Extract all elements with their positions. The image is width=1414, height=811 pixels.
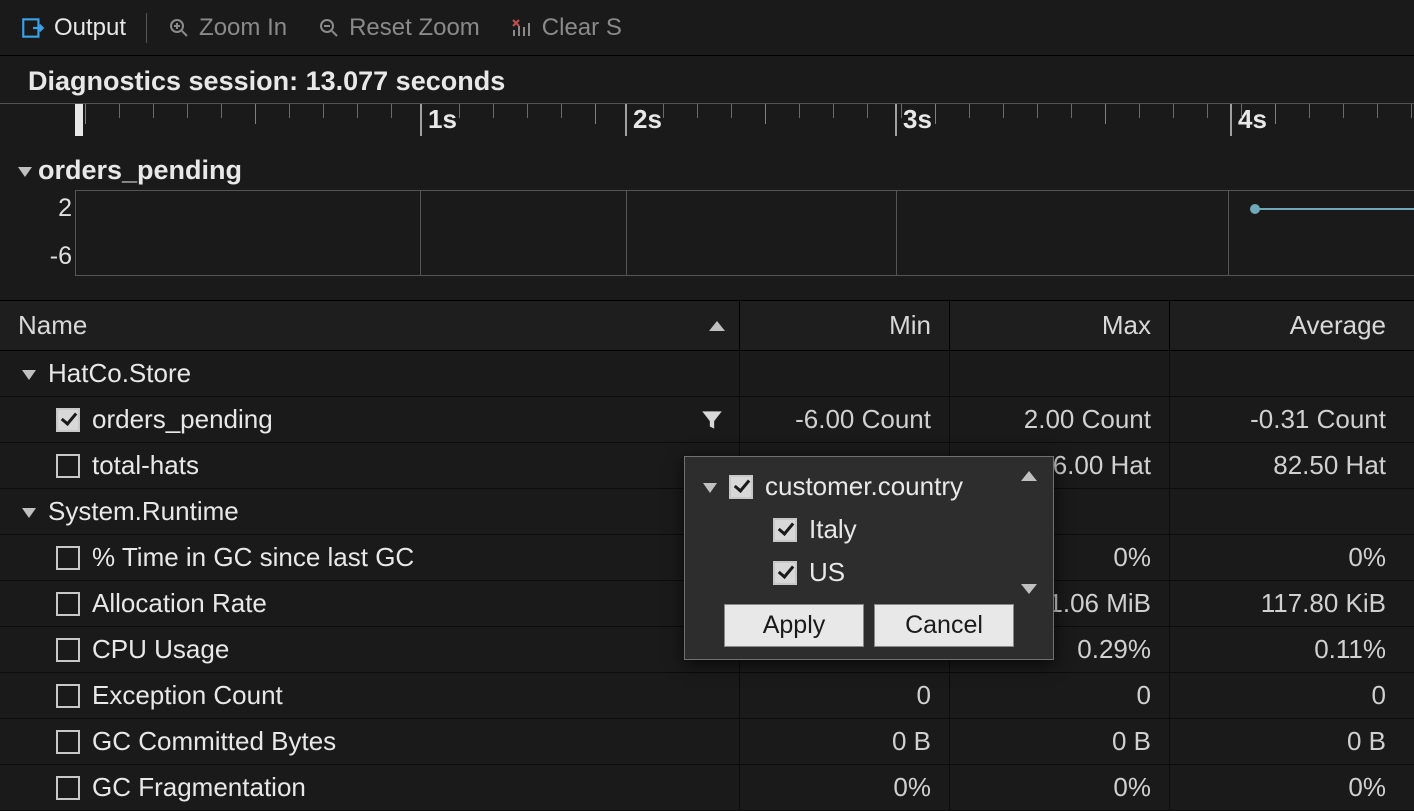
metric-row[interactable]: orders_pending -6.00 Count2.00 Count-0.31… [0,397,1414,443]
zoom-in-label: Zoom In [199,14,287,42]
metric-avg: 0.11% [1170,627,1414,672]
group-name: HatCo.Store [48,358,191,389]
filter-icon[interactable] [699,407,725,440]
zoom-in-button[interactable]: Zoom In [157,10,297,46]
filter-dimension-row[interactable]: customer.country [695,465,1043,508]
metric-min: 0% [740,765,950,810]
metric-avg: 0 B [1170,719,1414,764]
metric-avg: -0.31 Count [1170,397,1414,442]
col-name-label: Name [18,310,87,341]
output-icon [20,15,46,41]
counter-header[interactable]: orders_pending [0,151,1414,188]
metric-max: 0% [950,765,1170,810]
expander-icon [22,508,36,518]
sort-asc-icon [709,321,725,331]
col-avg[interactable]: Average [1170,301,1414,350]
col-name[interactable]: Name [0,301,740,350]
metric-checkbox[interactable] [56,454,80,478]
col-avg-label: Average [1290,310,1386,341]
filter-option-checkbox[interactable] [773,518,797,542]
metric-name: total-hats [92,450,199,481]
metric-max: 2.00 Count [950,397,1170,442]
output-label: Output [54,14,126,42]
metric-min: 0 [740,673,950,718]
filter-option[interactable]: US [695,551,1043,594]
col-max[interactable]: Max [950,301,1170,350]
filter-option-checkbox[interactable] [773,561,797,585]
scroll-up-icon[interactable] [1021,471,1037,481]
metric-name: GC Fragmentation [92,772,306,803]
metric-avg: 82.50 Hat [1170,443,1414,488]
clear-button[interactable]: Clear S [500,10,632,46]
filter-option[interactable]: Italy [695,508,1043,551]
metric-checkbox[interactable] [56,684,80,708]
session-label-value: 13.077 seconds [306,66,506,96]
metric-avg: 0 [1170,673,1414,718]
metric-checkbox[interactable] [56,776,80,800]
metric-avg: 0% [1170,535,1414,580]
group-name: System.Runtime [48,496,239,527]
metric-max: 0 B [950,719,1170,764]
metric-checkbox[interactable] [56,592,80,616]
metric-checkbox[interactable] [56,546,80,570]
filter-buttons: Apply Cancel [695,604,1043,647]
col-max-label: Max [1102,310,1151,341]
toolbar-divider [146,13,147,43]
scroll-down-icon[interactable] [1021,584,1037,594]
col-min-label: Min [889,310,931,341]
reset-zoom-button[interactable]: Reset Zoom [307,10,490,46]
expander-icon [703,483,717,493]
counter-name: orders_pending [38,155,242,186]
filter-option-label: US [809,557,845,588]
expander-icon [22,370,36,380]
chart-ylabel-top: 2 [58,194,72,223]
metric-name: GC Committed Bytes [92,726,336,757]
cancel-button[interactable]: Cancel [874,604,1014,647]
metric-min: -6.00 Count [740,397,950,442]
playhead-marker[interactable] [75,104,83,136]
metric-row[interactable]: Exception Count000 [0,673,1414,719]
metric-max: 0 [950,673,1170,718]
metric-name: Allocation Rate [92,588,267,619]
filter-option-label: Italy [809,514,857,545]
cancel-label: Cancel [905,611,983,639]
metric-checkbox[interactable] [56,638,80,662]
clear-icon [510,16,534,40]
toolbar: Output Zoom In Reset Zoom Clear S [0,0,1414,56]
metric-avg: 117.80 KiB [1170,581,1414,626]
reset-zoom-label: Reset Zoom [349,14,480,42]
chart-grid [75,190,1414,276]
expander-icon [18,167,32,177]
metric-checkbox[interactable] [56,408,80,432]
zoom-in-icon [167,16,191,40]
apply-button[interactable]: Apply [724,604,864,647]
session-label-prefix: Diagnostics session: [28,66,306,96]
timeline-ruler[interactable]: 1s2s3s4s [0,103,1414,151]
apply-label: Apply [763,611,826,639]
group-row[interactable]: HatCo.Store [0,351,1414,397]
filter-dimension-label: customer.country [765,471,963,502]
counter-chart[interactable]: 2 -6 [0,190,1414,276]
col-min[interactable]: Min [740,301,950,350]
clear-label: Clear S [542,14,622,42]
metric-name: orders_pending [92,404,273,435]
table-header: Name Min Max Average [0,301,1414,351]
metric-row[interactable]: GC Committed Bytes0 B0 B0 B [0,719,1414,765]
metric-name: % Time in GC since last GC [92,542,414,573]
metric-name: CPU Usage [92,634,229,665]
chart-line [1256,208,1414,210]
metric-min: 0 B [740,719,950,764]
metric-avg: 0% [1170,765,1414,810]
metric-checkbox[interactable] [56,730,80,754]
filter-dimension-checkbox[interactable] [729,475,753,499]
reset-zoom-icon [317,16,341,40]
session-header: Diagnostics session: 13.077 seconds [0,56,1414,101]
filter-popup: customer.country Italy US Apply Cancel [684,456,1054,660]
chart-ylabel-bottom: -6 [50,242,72,271]
metric-row[interactable]: GC Fragmentation0%0%0% [0,765,1414,811]
metric-name: Exception Count [92,680,283,711]
output-button[interactable]: Output [10,10,136,46]
